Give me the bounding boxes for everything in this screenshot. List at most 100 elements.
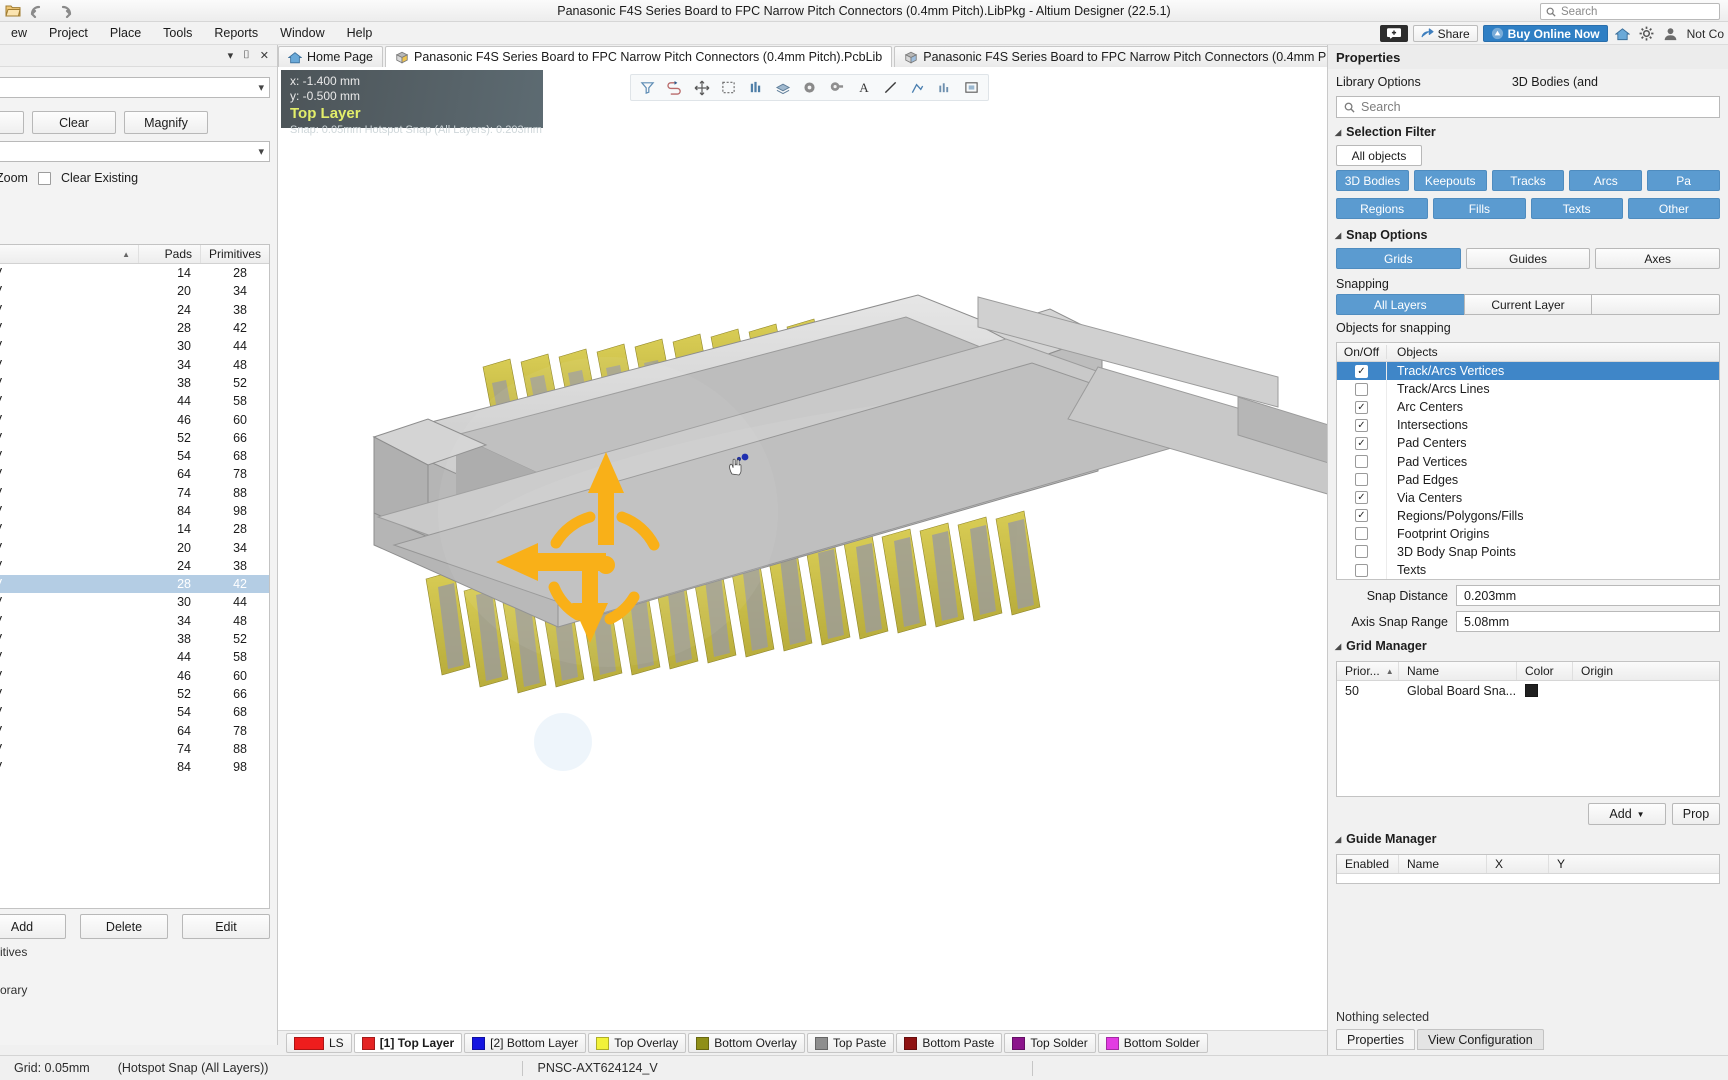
table-row[interactable]: 0124_V 64 78 [0, 465, 269, 483]
table-row[interactable]: 6124_V 20 34 [0, 538, 269, 556]
layer-tab[interactable]: Top Solder [1004, 1033, 1096, 1053]
snapping-object-checkbox-cell[interactable] [1337, 470, 1387, 489]
checkbox-checked-icon[interactable]: ✓ [1355, 491, 1368, 505]
checkbox-checked-icon[interactable]: ✓ [1355, 364, 1368, 378]
filter-toggle-button[interactable]: Tracks [1491, 170, 1565, 191]
pad-icon[interactable] [824, 76, 849, 99]
snapping-object-row[interactable]: ✓ Track/Arcs Vertices [1337, 362, 1719, 381]
snapping-object-checkbox-cell[interactable]: ✓ [1337, 506, 1387, 525]
filter-icon[interactable] [635, 76, 660, 99]
column-header-guide-name[interactable]: Name [1399, 855, 1487, 874]
filter-toggle-button[interactable]: Other [1627, 198, 1720, 219]
layer-tab[interactable]: Top Paste [806, 1033, 895, 1053]
column-header-priority[interactable]: Prior... ▲ [1337, 662, 1399, 681]
table-row[interactable]: 4124_V 28 42 [0, 319, 269, 337]
snapping-object-row[interactable]: 3D Body Snap Points [1337, 542, 1719, 562]
table-row[interactable]: 0124_V 64 78 [0, 721, 269, 739]
table-row[interactable]: 0124_V 84 98 [0, 758, 269, 776]
snapping-object-row[interactable]: ✓ Pad Centers [1337, 434, 1719, 453]
menu-window[interactable]: Window [269, 23, 335, 43]
filter-toggle-button[interactable]: 3D Bodies [1336, 170, 1409, 191]
snapping-object-row[interactable]: Texts [1337, 561, 1719, 580]
table-row[interactable]: 0124_V 24 38 [0, 301, 269, 319]
snapping-object-row[interactable]: ✓ Via Centers [1337, 488, 1719, 507]
edit-component-button[interactable]: Edit [182, 914, 270, 939]
snapping-object-checkbox-cell[interactable]: ✓ [1337, 398, 1387, 417]
all-objects-button[interactable]: All objects [1336, 145, 1422, 166]
filter-toggle-button[interactable]: All Layers [1336, 294, 1465, 315]
menu-view[interactable]: ew [0, 23, 38, 43]
table-row[interactable]: 6124_V 30 44 [0, 593, 269, 611]
panel-close-icon[interactable]: ✕ [260, 49, 269, 62]
filter-combo-top[interactable]: ▾ [0, 77, 270, 98]
snapping-object-row[interactable]: Pad Vertices [1337, 452, 1719, 471]
filter-toggle-button[interactable]: Pa [1647, 170, 1720, 191]
table-row[interactable]: 2124_V 46 60 [0, 410, 269, 428]
column-header-enabled[interactable]: Enabled [1337, 855, 1399, 874]
snapping-object-checkbox-cell[interactable] [1337, 452, 1387, 471]
menu-tools[interactable]: Tools [152, 23, 203, 43]
filter-toggle-button[interactable]: Fills [1433, 198, 1526, 219]
feedback-button[interactable] [1379, 25, 1408, 42]
panel-dropdown-icon[interactable]: ▾ [228, 49, 234, 62]
table-row[interactable]: 0124_V 14 28 [0, 520, 269, 538]
filter-toggle-button[interactable]: Guides [1465, 248, 1591, 269]
snapping-object-checkbox-cell[interactable]: ✓ [1337, 488, 1387, 507]
grid-manager-row[interactable]: 50 Global Board Sna... [1337, 681, 1719, 700]
selection-filter-section-header[interactable]: ◢ Selection Filter [1328, 118, 1728, 143]
table-row[interactable]: 6124_V 20 34 [0, 282, 269, 300]
home-icon[interactable] [1613, 24, 1632, 43]
delete-component-button[interactable]: Delete [80, 914, 168, 939]
snapping-object-row[interactable]: Footprint Origins [1337, 524, 1719, 543]
snap-distance-input[interactable]: 0.203mm [1456, 585, 1720, 607]
snapping-object-row[interactable]: ✓ Regions/Polygons/Fills [1337, 506, 1719, 525]
checkbox-unchecked-icon[interactable] [1355, 455, 1368, 469]
snapping-object-checkbox-cell[interactable] [1337, 561, 1387, 580]
filter-toggle-button[interactable]: Axes [1595, 248, 1721, 269]
magnify-button[interactable]: Magnify [124, 111, 208, 134]
text-icon[interactable]: A [851, 76, 876, 99]
filter-toggle-button[interactable]: Arcs [1569, 170, 1643, 191]
column-header-color[interactable]: Color [1517, 662, 1573, 681]
layer-tab[interactable]: [1] Top Layer [353, 1033, 463, 1053]
undo-icon[interactable] [29, 2, 47, 20]
share-button[interactable]: Share [1412, 25, 1478, 42]
apply-button[interactable]: pply [0, 111, 24, 134]
menu-place[interactable]: Place [99, 23, 152, 43]
guide-manager-section-header[interactable]: ◢ Guide Manager [1328, 825, 1728, 850]
checkbox-checked-icon[interactable]: ✓ [1355, 400, 1368, 414]
redo-icon[interactable] [54, 2, 72, 20]
buy-online-button[interactable]: Buy Online Now [1482, 25, 1608, 42]
tab-home-page[interactable]: Home Page [278, 46, 384, 67]
column-header-origin[interactable]: Origin [1573, 662, 1653, 680]
tab-schlib[interactable]: Panasonic F4S Series Board to FPC Narrow… [894, 46, 1402, 67]
add-grid-button[interactable]: Add ▼ [1588, 803, 1666, 826]
snapping-object-row[interactable]: Pad Edges [1337, 470, 1719, 489]
filter-toggle-button[interactable]: Grids [1336, 248, 1461, 269]
column-header-primitives[interactable]: Primitives [201, 245, 269, 263]
3d-transform-gizmo[interactable] [494, 447, 674, 647]
via-icon[interactable] [797, 76, 822, 99]
axis-snap-range-input[interactable]: 5.08mm [1456, 611, 1720, 633]
checkbox-unchecked-icon[interactable] [1355, 563, 1368, 577]
snapping-object-checkbox-cell[interactable]: ✓ [1337, 434, 1387, 453]
table-row[interactable]: 0124_V 54 68 [0, 447, 269, 465]
component-list-grid[interactable]: ▲ Pads Primitives 0124_V14286124_V203401… [0, 244, 270, 909]
filter-toggle-button[interactable]: Texts [1530, 198, 1623, 219]
checkbox-checked-icon[interactable]: ✓ [1355, 436, 1368, 450]
clear-existing-checkbox[interactable] [37, 171, 51, 185]
filter-toggle-button[interactable]: Current Layer [1463, 294, 1593, 315]
table-row[interactable]: 0124_V 74 88 [0, 740, 269, 758]
table-row[interactable]: 0124_V 14 28 [0, 264, 269, 282]
table-row[interactable]: 8124_V 52 66 [0, 429, 269, 447]
snapping-object-checkbox-cell[interactable] [1337, 542, 1387, 562]
column-header-name[interactable]: Name [1399, 662, 1517, 681]
snapping-object-checkbox-cell[interactable] [1337, 380, 1387, 399]
grid-color-swatch[interactable] [1525, 684, 1538, 698]
checkbox-unchecked-icon[interactable] [1355, 527, 1368, 541]
panel-pin-icon[interactable]: ⌷ [243, 49, 250, 62]
table-row[interactable]: 2124_V 46 60 [0, 667, 269, 685]
table-row[interactable]: 8124_V 52 66 [0, 685, 269, 703]
dimension-icon[interactable] [932, 76, 957, 99]
polygon-icon[interactable] [905, 76, 930, 99]
